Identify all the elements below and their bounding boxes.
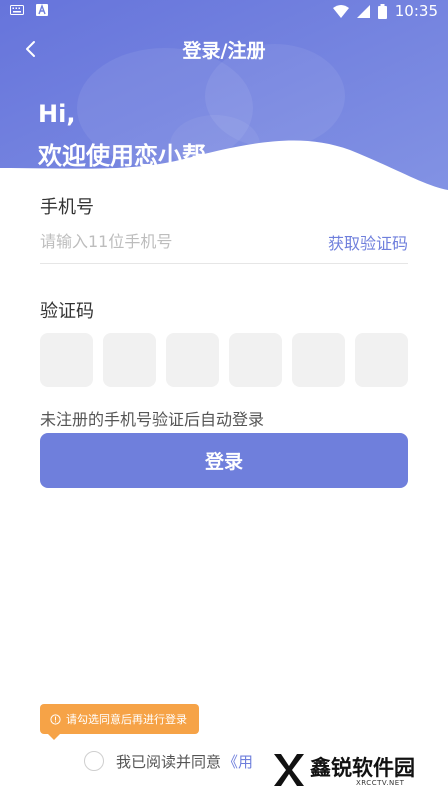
phone-label: 手机号: [40, 197, 94, 218]
code-digit-box[interactable]: [40, 333, 93, 387]
status-time: 10:35: [394, 2, 438, 20]
code-digit-box[interactable]: [166, 333, 219, 387]
phone-field-row: 获取验证码: [40, 226, 408, 264]
page-title: 登录/注册: [182, 40, 266, 62]
wifi-icon: [332, 4, 349, 18]
top-bar: 登录/注册: [0, 28, 448, 68]
watermark-sub: XRCCTV.NET: [356, 779, 405, 787]
status-bar: 10:35: [0, 0, 448, 24]
code-digit-box[interactable]: [292, 333, 345, 387]
auto-login-hint: 未注册的手机号验证后自动登录: [40, 410, 265, 429]
agreement-row: 我已阅读并同意 《用: [84, 750, 253, 772]
agree-checkbox[interactable]: [84, 751, 104, 771]
greeting-line-1: Hi,: [38, 100, 76, 128]
watermark-logo: [274, 754, 304, 786]
greeting-line-2: 欢迎使用恋小帮: [38, 142, 206, 170]
watermark: 鑫锐软件园 XRCCTV.NET: [268, 748, 438, 792]
code-digit-box[interactable]: [229, 333, 282, 387]
phone-input[interactable]: [40, 226, 310, 256]
get-code-button[interactable]: 获取验证码: [328, 230, 408, 254]
code-input-group: [40, 333, 408, 387]
code-digit-box[interactable]: [103, 333, 156, 387]
user-agreement-link[interactable]: 《用: [223, 751, 253, 772]
login-button[interactable]: 登录: [40, 433, 408, 488]
info-icon: [50, 713, 61, 725]
tooltip-arrow: [48, 734, 60, 740]
text-app-icon: [36, 4, 48, 16]
code-digit-box[interactable]: [355, 333, 408, 387]
agree-tooltip: 请勾选同意后再进行登录: [40, 704, 199, 734]
code-label: 验证码: [40, 301, 94, 322]
tooltip-text: 请勾选同意后再进行登录: [66, 713, 187, 726]
agreement-text: 我已阅读并同意: [116, 752, 222, 771]
watermark-name: 鑫锐软件园: [310, 756, 415, 780]
battery-icon: [377, 3, 387, 19]
keyboard-icon: [10, 5, 24, 15]
signal-icon: [356, 4, 370, 18]
